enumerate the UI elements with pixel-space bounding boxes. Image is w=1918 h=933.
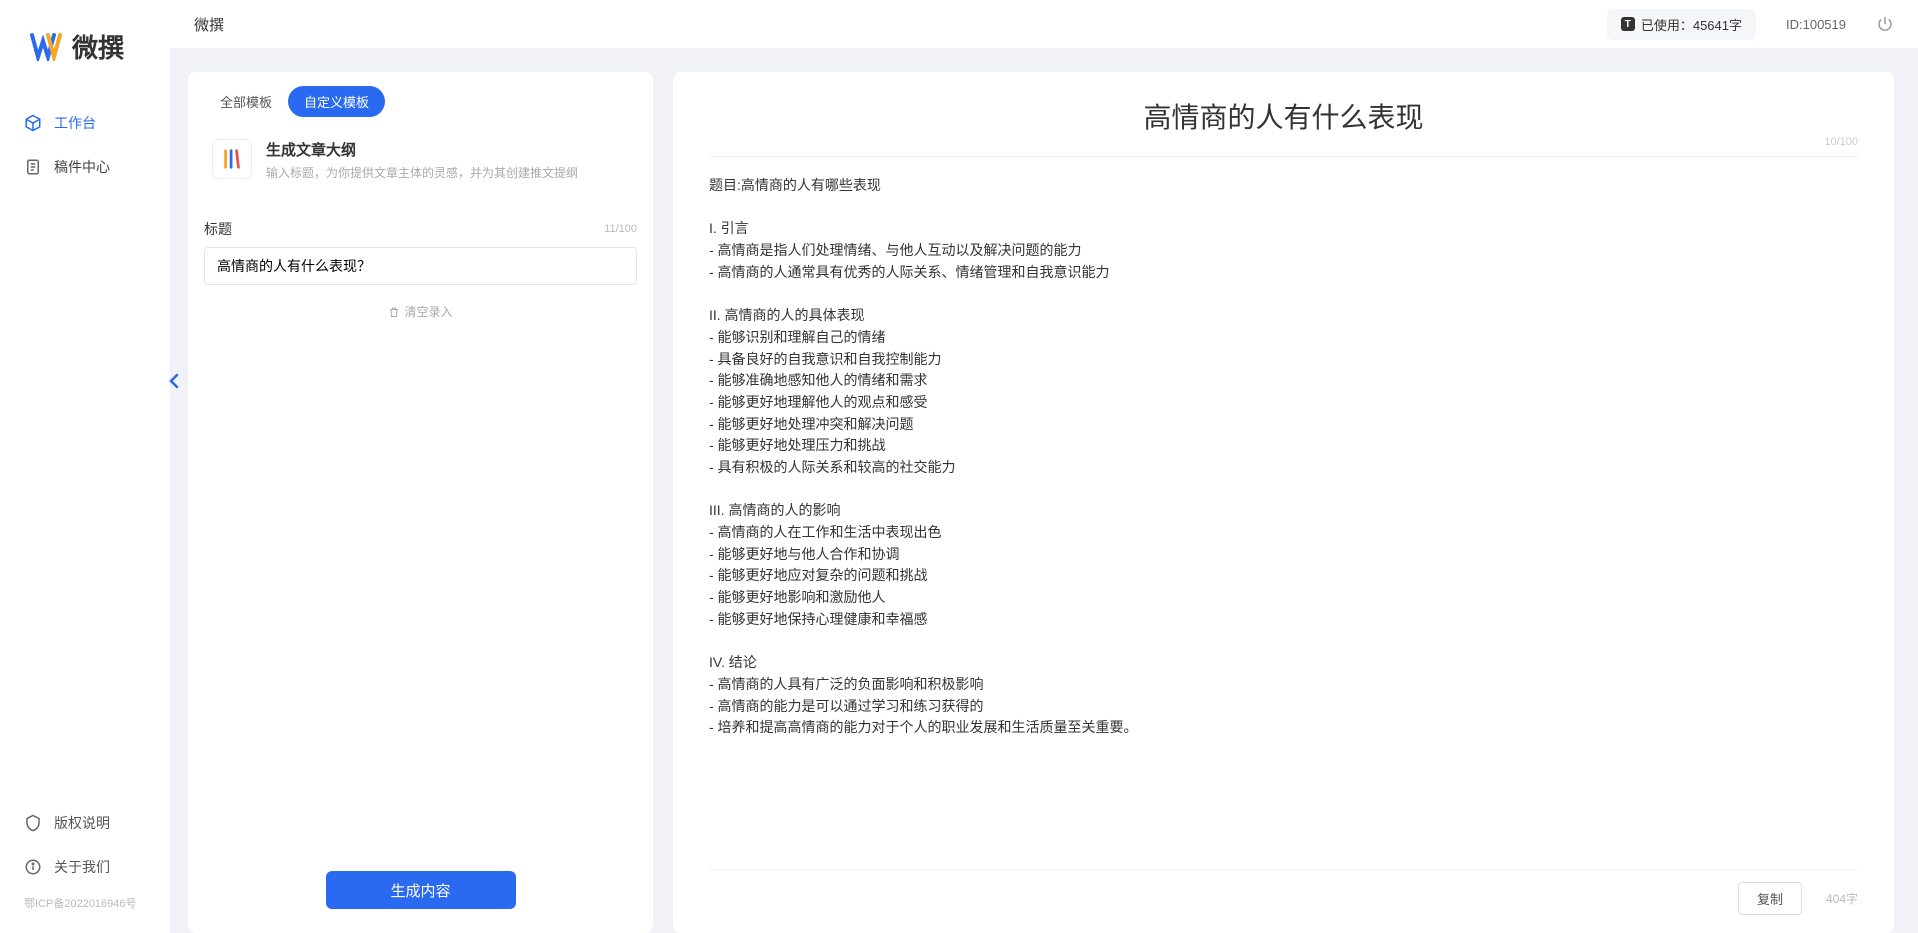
- sidebar: 微撰 工作台 稿件中心 版权说明: [0, 0, 170, 933]
- nav-about[interactable]: 关于我们: [0, 845, 170, 889]
- template-tabs: 全部模板 自定义模板: [188, 86, 653, 131]
- input-panel: 全部模板 自定义模板 生成文章大纲 输入标题，为你提供文章主体的灵感，并为其创建…: [188, 72, 653, 933]
- logo-icon: [30, 33, 64, 61]
- nav-copyright[interactable]: 版权说明: [0, 801, 170, 845]
- result-body[interactable]: 题目:高情商的人有哪些表现 I. 引言 - 高情商是指人们处理情绪、与他人互动以…: [709, 175, 1858, 869]
- template-title: 生成文章大纲: [266, 139, 578, 160]
- text-icon: T: [1621, 17, 1635, 31]
- main-area: 微撰 T 已使用：45641字 ID:100519 全部模板 自定义模板: [170, 0, 1918, 933]
- nav-label: 稿件中心: [54, 157, 110, 177]
- template-desc: 输入标题，为你提供文章主体的灵感，并为其创建推文提纲: [266, 164, 578, 181]
- brand-name: 微撰: [72, 28, 124, 65]
- document-icon: [24, 158, 42, 176]
- nav-workbench[interactable]: 工作台: [0, 101, 170, 145]
- sidebar-bottom: 版权说明 关于我们 鄂ICP备2022016946号: [0, 801, 170, 933]
- power-icon[interactable]: [1876, 15, 1894, 33]
- title-counter: 11/100: [604, 223, 637, 235]
- page-title: 微撰: [194, 14, 224, 35]
- cube-icon: [24, 114, 42, 132]
- title-label: 标题: [204, 219, 232, 239]
- generate-button[interactable]: 生成内容: [326, 871, 516, 909]
- template-card[interactable]: 生成文章大纲 输入标题，为你提供文章主体的灵感，并为其创建推文提纲: [204, 131, 637, 195]
- brand-logo: 微撰: [0, 0, 170, 101]
- nav-label: 工作台: [54, 113, 96, 133]
- trash-icon: [388, 306, 400, 318]
- result-title-counter: 10/100: [1824, 136, 1858, 148]
- info-icon: [24, 858, 42, 876]
- topbar: 微撰 T 已使用：45641字 ID:100519: [170, 0, 1918, 48]
- result-panel: 高情商的人有什么表现 10/100 题目:高情商的人有哪些表现 I. 引言 - …: [673, 72, 1894, 933]
- tab-custom-templates[interactable]: 自定义模板: [288, 86, 385, 117]
- clear-label: 清空录入: [404, 303, 452, 320]
- sidebar-collapse-handle[interactable]: [168, 370, 180, 392]
- nav-drafts[interactable]: 稿件中心: [0, 145, 170, 189]
- title-input[interactable]: [204, 247, 637, 285]
- usage-text: 已使用：45641字: [1641, 15, 1742, 34]
- result-title[interactable]: 高情商的人有什么表现: [709, 96, 1858, 136]
- primary-nav: 工作台 稿件中心: [0, 101, 170, 801]
- clear-input-button[interactable]: 清空录入: [204, 285, 637, 320]
- char-count: 404字: [1826, 890, 1858, 907]
- copy-button[interactable]: 复制: [1738, 882, 1802, 915]
- user-id: ID:100519: [1786, 17, 1846, 32]
- icp-text: 鄂ICP备2022016946号: [0, 889, 170, 921]
- usage-badge: T 已使用：45641字: [1607, 9, 1756, 40]
- nav-label: 关于我们: [54, 857, 110, 877]
- shield-icon: [24, 814, 42, 832]
- nav-label: 版权说明: [54, 813, 110, 833]
- tab-all-templates[interactable]: 全部模板: [204, 86, 288, 117]
- template-outline-icon: [212, 139, 252, 179]
